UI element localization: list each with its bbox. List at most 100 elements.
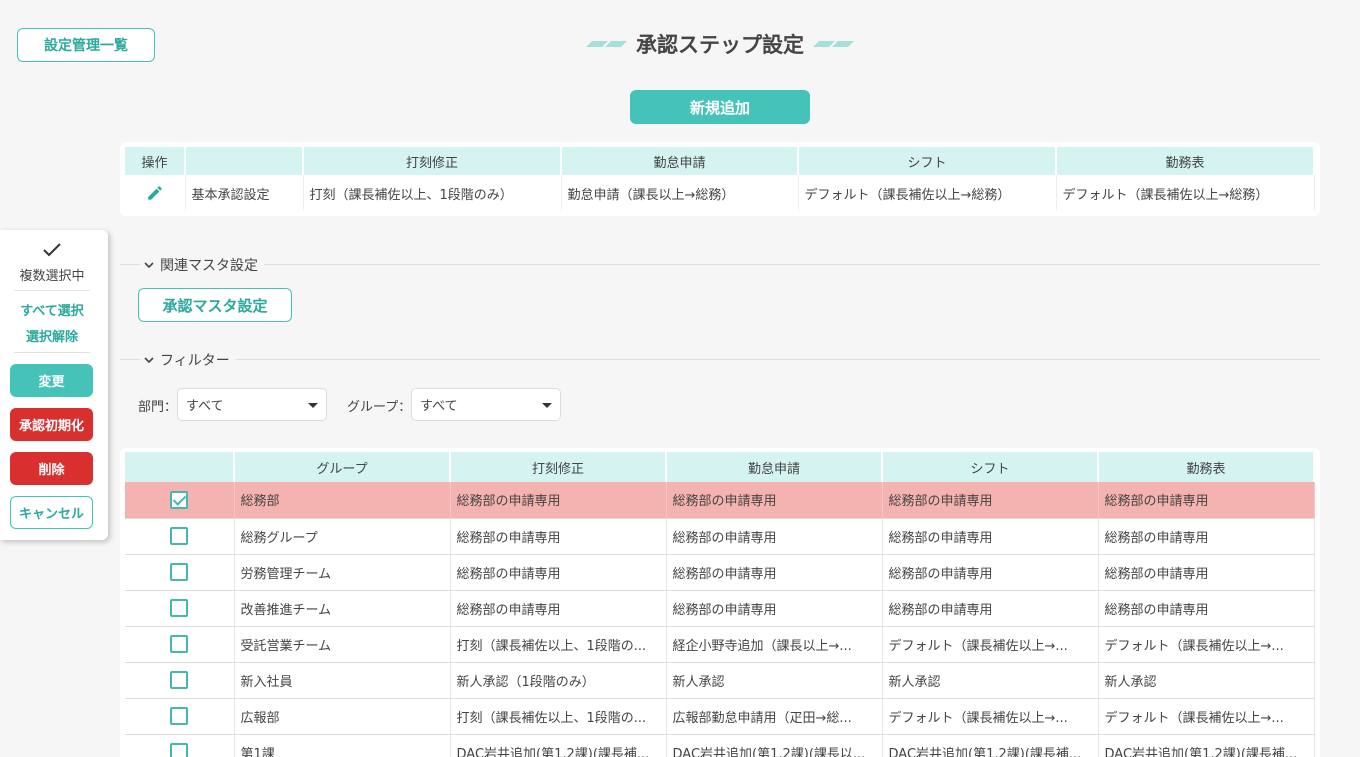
group-table-card: グループ 打刻修正 勤怠申請 シフト 勤務表 総務部 総務部の申請専用 総務部の申請… bbox=[120, 448, 1320, 757]
header-shift: シフト bbox=[882, 452, 1099, 482]
group-table: グループ 打刻修正 勤怠申請 シフト 勤務表 総務部 総務部の申請専用 総務部の申請… bbox=[125, 452, 1315, 757]
table-row[interactable]: 総務グループ 総務部の申請専用 総務部の申請専用 総務部の申請専用 総務部の申請専用 bbox=[125, 518, 1315, 555]
cell-worksheet: 総務部の申請専用 bbox=[1098, 482, 1315, 519]
multi-select-panel: 複数選択中 すべて選択 選択解除 変更 承認初期化 削除 キャンセル bbox=[0, 230, 108, 540]
table-row[interactable]: 受託営業チーム 打刻（課長補佐以上、1段階の... 経企小野寺追加（課長以上→...… bbox=[125, 626, 1315, 663]
header-group: グループ bbox=[234, 452, 451, 482]
approval-reset-button[interactable]: 承認初期化 bbox=[10, 408, 93, 441]
row-checkbox[interactable] bbox=[170, 635, 189, 653]
cell-attendance: 総務部の申請専用 bbox=[666, 518, 883, 555]
related-master-toggle[interactable]: 関連マスタ設定 bbox=[140, 255, 264, 275]
cell-worksheet: 総務部の申請専用 bbox=[1098, 518, 1315, 555]
row-checkbox[interactable] bbox=[170, 527, 189, 545]
cell-group: 新入社員 bbox=[234, 662, 451, 699]
row-checkbox-cell bbox=[125, 626, 235, 663]
basic-table-row: 基本承認設定 打刻（課長補佐以上、1段階のみ） 勤怠申請（課長以上→総務） デフ… bbox=[125, 175, 1315, 211]
table-row[interactable]: 第1課 DAC岩井追加(第1,2課)(課長補... DAC岩井追加(第1,2課)(課… bbox=[125, 734, 1315, 757]
header-operation: 操作 bbox=[125, 147, 186, 175]
table-row[interactable]: 広報部 打刻（課長補佐以上、1段階の... 広報部勤怠申請用（疋田→総... デフォル… bbox=[125, 698, 1315, 735]
cell-shift: デフォルト（課長補佐以上→... bbox=[882, 626, 1099, 663]
basic-row-attendance: 勤怠申請（課長以上→総務） bbox=[561, 175, 799, 211]
cell-worksheet: 総務部の申請専用 bbox=[1098, 554, 1315, 591]
new-add-button[interactable]: 新規追加 bbox=[630, 90, 810, 124]
cell-attendance: 総務部の申請専用 bbox=[666, 554, 883, 591]
cell-shift: デフォルト（課長補佐以上→... bbox=[882, 698, 1099, 735]
cell-group: 労務管理チーム bbox=[234, 554, 451, 591]
header-stamp: 打刻修正 bbox=[303, 147, 562, 175]
basic-settings-table: 操作 打刻修正 勤怠申請 シフト 勤務表 基本承認設定 打刻（課長補佐以上、1段… bbox=[125, 147, 1315, 211]
cell-stamp: 打刻（課長補佐以上、1段階の... bbox=[450, 626, 667, 663]
panel-divider bbox=[14, 290, 90, 291]
cell-shift: DAC岩井追加(第1,2課)(課長補... bbox=[882, 734, 1099, 757]
row-checkbox-cell bbox=[125, 554, 235, 591]
pencil-icon[interactable] bbox=[146, 184, 164, 202]
cell-stamp: 総務部の申請専用 bbox=[450, 590, 667, 627]
dept-select[interactable]: すべて bbox=[177, 388, 327, 421]
cell-group: 総務グループ bbox=[234, 518, 451, 555]
section-divider bbox=[120, 264, 1320, 265]
row-checkbox[interactable] bbox=[170, 707, 189, 725]
group-select[interactable]: すべて bbox=[411, 388, 561, 421]
cell-stamp: 新人承認（1段階のみ） bbox=[450, 662, 667, 699]
table-row[interactable]: 改善推進チーム 総務部の申請専用 総務部の申請専用 総務部の申請専用 総務部の申請専用 bbox=[125, 590, 1315, 627]
filter-section: フィルター bbox=[120, 350, 1320, 370]
cell-group: 総務部 bbox=[234, 482, 451, 519]
table-row[interactable]: 新入社員 新人承認（1段階のみ） 新人承認 新人承認 新人承認 bbox=[125, 662, 1315, 699]
header-shift: シフト bbox=[798, 147, 1057, 175]
header-worksheet: 勤務表 bbox=[1056, 147, 1315, 175]
filter-toggle[interactable]: フィルター bbox=[140, 350, 236, 370]
select-all-link[interactable]: すべて選択 bbox=[0, 300, 104, 319]
cell-attendance: 総務部の申請専用 bbox=[666, 482, 883, 519]
header-attendance: 勤怠申請 bbox=[561, 147, 799, 175]
title-decoration-right bbox=[813, 41, 854, 47]
cell-attendance: 経企小野寺追加（課長以上→... bbox=[666, 626, 883, 663]
header-checkbox bbox=[125, 452, 235, 482]
cell-worksheet: 総務部の申請専用 bbox=[1098, 590, 1315, 627]
table-row[interactable]: 総務部 総務部の申請専用 総務部の申請専用 総務部の申請専用 総務部の申請専用 bbox=[125, 482, 1315, 519]
group-filter-label: グループ： bbox=[347, 400, 412, 415]
row-checkbox[interactable] bbox=[170, 743, 189, 757]
cell-group: 広報部 bbox=[234, 698, 451, 735]
cell-shift: 総務部の申請専用 bbox=[882, 482, 1099, 519]
row-checkbox[interactable] bbox=[170, 490, 189, 509]
header-attendance: 勤怠申請 bbox=[666, 452, 883, 482]
cell-attendance: 新人承認 bbox=[666, 662, 883, 699]
cell-stamp: 総務部の申請専用 bbox=[450, 518, 667, 555]
check-icon bbox=[43, 243, 61, 257]
cell-worksheet: デフォルト（課長補佐以上→... bbox=[1098, 698, 1315, 735]
deselect-link[interactable]: 選択解除 bbox=[0, 326, 104, 345]
cell-attendance: DAC岩井追加(第1,2課)(課長以... bbox=[666, 734, 883, 757]
related-master-section: 関連マスタ設定 bbox=[120, 255, 1320, 275]
page-title-wrap: 承認ステップ設定 bbox=[0, 26, 1360, 62]
cell-stamp: DAC岩井追加(第1,2課)(課長補... bbox=[450, 734, 667, 757]
row-checkbox-cell bbox=[125, 698, 235, 735]
cell-worksheet: DAC岩井追加(第1,2課)(課長補... bbox=[1098, 734, 1315, 757]
caret-down-icon bbox=[308, 403, 318, 408]
cell-worksheet: 新人承認 bbox=[1098, 662, 1315, 699]
cancel-button[interactable]: キャンセル bbox=[10, 496, 93, 529]
cell-attendance: 広報部勤怠申請用（疋田→総... bbox=[666, 698, 883, 735]
row-checkbox[interactable] bbox=[170, 599, 189, 617]
section-divider bbox=[120, 359, 1320, 360]
page-title: 承認ステップ設定 bbox=[636, 33, 804, 57]
cell-stamp: 総務部の申請専用 bbox=[450, 554, 667, 591]
header-worksheet: 勤務表 bbox=[1098, 452, 1315, 482]
basic-row-shift: デフォルト（課長補佐以上→総務） bbox=[798, 175, 1057, 211]
dept-select-value: すべて bbox=[186, 399, 224, 414]
related-master-label: 関連マスタ設定 bbox=[160, 258, 258, 274]
edit-cell bbox=[125, 175, 186, 211]
row-checkbox[interactable] bbox=[170, 671, 189, 689]
table-row[interactable]: 労務管理チーム 総務部の申請専用 総務部の申請専用 総務部の申請専用 総務部の申請専用 bbox=[125, 554, 1315, 591]
change-button[interactable]: 変更 bbox=[10, 364, 93, 397]
row-checkbox-cell bbox=[125, 518, 235, 555]
cell-worksheet: デフォルト（課長補佐以上→... bbox=[1098, 626, 1315, 663]
cell-group: 第1課 bbox=[234, 734, 451, 757]
multi-select-label: 複数選択中 bbox=[19, 269, 85, 284]
header-name bbox=[185, 147, 304, 175]
cell-shift: 総務部の申請専用 bbox=[882, 554, 1099, 591]
basic-settings-card: 操作 打刻修正 勤怠申請 シフト 勤務表 基本承認設定 打刻（課長補佐以上、1段… bbox=[120, 142, 1320, 216]
cell-shift: 総務部の申請専用 bbox=[882, 518, 1099, 555]
row-checkbox[interactable] bbox=[170, 563, 189, 581]
delete-button[interactable]: 削除 bbox=[10, 452, 93, 485]
approval-master-button[interactable]: 承認マスタ設定 bbox=[138, 288, 292, 322]
